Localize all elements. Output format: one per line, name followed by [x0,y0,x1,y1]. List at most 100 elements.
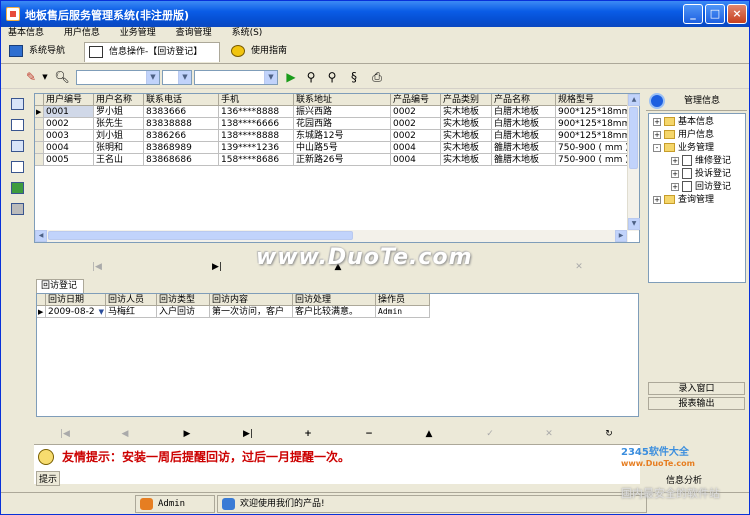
expand-icon[interactable]: + [653,195,661,204]
table-cell[interactable]: 中山路5号 [294,142,391,154]
table-cell[interactable]: 138****6666 [219,118,294,130]
delete-icon[interactable]: − [362,429,376,439]
table-cell[interactable]: 750-900 ( mm ) [556,142,628,154]
column-header[interactable]: 手机 [219,94,294,106]
column-header[interactable]: 产品类别 [441,94,492,106]
table-cell[interactable]: 刘小姐 [94,130,144,142]
table-cell[interactable]: 138****8888 [219,130,294,142]
run-icon[interactable]: ▶ [283,70,299,85]
column-header[interactable]: 联系电话 [144,94,219,106]
table-cell[interactable]: 83868686 [144,154,219,166]
table-cell[interactable]: 王名山 [94,154,144,166]
table-cell[interactable]: 白腊木地板 [492,118,556,130]
next-record-icon[interactable]: ▶ [180,429,194,439]
column-header[interactable]: 回访人员 [106,294,157,306]
expand-icon[interactable]: + [653,130,661,139]
table-cell[interactable]: 0004 [44,142,94,154]
scroll-thumb[interactable] [629,107,638,169]
tree-node[interactable]: + 维修登记 [671,155,731,167]
column-header[interactable]: 用户名称 [94,94,144,106]
refresh-icon[interactable]: ↻ [602,429,616,439]
table-cell[interactable]: 750-900 ( mm ) [556,154,628,166]
edit-icon[interactable]: ▲ [422,429,436,439]
table-cell[interactable]: 0002 [391,118,441,130]
table-cell[interactable]: 实木地板 [441,130,492,142]
report-output-button[interactable]: 报表输出 [648,397,745,410]
column-header[interactable]: 回访日期 [46,294,106,306]
post-icon[interactable]: ✓ [483,429,497,439]
menu-basic[interactable]: 基本信息 [1,27,44,40]
table-cell[interactable]: 第一次访问，客户 [210,306,293,318]
last-record-icon[interactable]: ▶| [210,262,224,272]
table-cell[interactable]: 0001 [44,106,94,118]
scroll-up-icon[interactable]: ▲ [628,94,640,106]
document-icon[interactable] [11,161,24,173]
table-cell[interactable]: 花园西路 [294,118,391,130]
first-record-icon[interactable]: |◀ [90,262,104,272]
table-cell[interactable]: 900*125*18mm [556,106,628,118]
table-cell[interactable]: Admin [376,306,430,318]
dropdown-arrow-icon[interactable]: ▼ [37,70,53,85]
expand-icon[interactable]: + [671,169,679,178]
table-cell[interactable]: 0003 [44,130,94,142]
table-cell[interactable]: 东城路12号 [294,130,391,142]
table-cell[interactable]: 张先生 [94,118,144,130]
expand-icon[interactable]: + [671,156,679,165]
scroll-left-icon[interactable]: ◀ [35,230,47,242]
find-icon[interactable]: ⚲ [303,70,319,85]
cancel-icon[interactable]: ✕ [572,262,586,272]
field-select[interactable]: ▼ [76,70,160,85]
cancel-icon[interactable]: ✕ [542,429,556,439]
table-cell[interactable]: 实木地板 [441,142,492,154]
trash-icon[interactable] [11,203,24,215]
table-cell[interactable]: 0002 [391,106,441,118]
table-cell[interactable]: 雒腊木地板 [492,142,556,154]
tree-node[interactable]: + 基本信息 [653,116,714,128]
column-header[interactable]: 产品名称 [492,94,556,106]
tree-node[interactable]: + 查询管理 [653,194,714,206]
table-cell[interactable]: 83838888 [144,118,219,130]
table-cell[interactable]: 900*125*18mm [556,130,628,142]
table-cell[interactable]: 马梅红 [106,306,157,318]
table-cell[interactable]: 83868989 [144,142,219,154]
table-cell[interactable]: 8386266 [144,130,219,142]
list-icon[interactable] [11,140,24,152]
menu-business[interactable]: 业务管理 [113,27,156,40]
table-cell[interactable]: 136****8888 [219,106,294,118]
expand-icon[interactable]: + [671,182,679,191]
table-cell[interactable]: 正新路26号 [294,154,391,166]
table-cell[interactable]: 0004 [391,142,441,154]
user-icon[interactable] [11,119,24,131]
menu-user[interactable]: 用户信息 [57,27,100,40]
add-icon[interactable]: + [301,429,315,439]
table-cell[interactable]: 0002 [44,118,94,130]
maximize-button[interactable]: □ [705,4,725,24]
prior-record-icon[interactable]: ◀ [118,429,132,439]
tab-visit-register[interactable]: 回访登记 [36,279,84,293]
column-header[interactable]: 回访类型 [157,294,210,306]
expand-icon[interactable]: + [653,117,661,126]
column-header[interactable]: 产品编号 [391,94,441,106]
search-doc-icon[interactable]: 🔍︎ [54,70,70,85]
table-cell[interactable]: 900*125*18mm [556,118,628,130]
horizontal-scrollbar[interactable]: ◀ ▶ [35,230,628,242]
table-cell[interactable]: 2009-08-2 ▼ [46,306,106,318]
tab-info-operation[interactable]: 信息操作-【回访登记】 [84,42,220,62]
table-cell[interactable]: 白腊木地板 [492,106,556,118]
column-header[interactable]: 回访处理 [293,294,376,306]
value-select[interactable]: ▼ [194,70,278,85]
table-cell[interactable]: 0005 [44,154,94,166]
refresh-icon[interactable]: § [346,70,362,85]
print-icon[interactable]: ⎙ [369,70,385,85]
tree-node[interactable]: + 回访登记 [671,181,731,193]
table-cell[interactable]: 实木地板 [441,118,492,130]
operator-select[interactable]: ▼ [162,70,192,85]
table-cell[interactable]: 白腊木地板 [492,130,556,142]
monitor-icon[interactable] [11,98,24,110]
tree-node[interactable]: + 用户信息 [653,129,714,141]
chart-icon[interactable] [11,182,24,194]
column-header[interactable]: 回访内容 [210,294,293,306]
scroll-right-icon[interactable]: ▶ [615,230,627,242]
table-cell[interactable]: 8383666 [144,106,219,118]
table-cell[interactable]: 雒腊木地板 [492,154,556,166]
